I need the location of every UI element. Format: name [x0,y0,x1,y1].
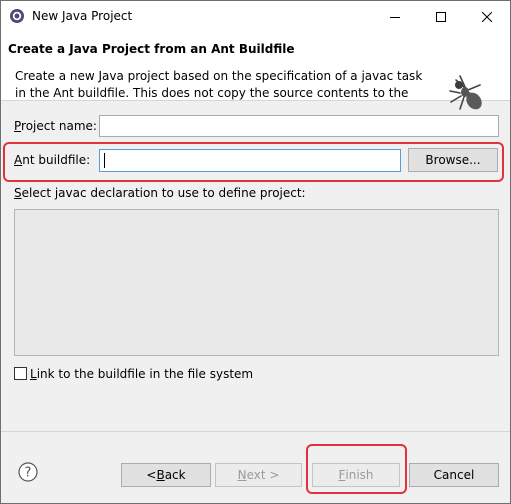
link-buildfile-label: Link to the buildfile in the file system [30,367,254,381]
page-description: Create a new Java project based on the s… [15,69,423,100]
cancel-button[interactable]: Cancel [409,463,499,487]
highlight-finish [306,444,407,494]
highlight-ant-buildfile [3,142,504,182]
dialog-window: New Java Project Create a Java Project f… [0,0,511,504]
footer-separator [1,431,510,432]
project-name-label: Project name: [14,119,97,133]
help-icon[interactable]: ? [18,462,38,482]
svg-text:?: ? [25,466,32,481]
back-button[interactable]: < Back [121,463,211,487]
close-button[interactable] [464,1,510,32]
next-button[interactable]: Next > [215,463,302,487]
ant-icon [449,75,482,110]
wizard-header: Create a Java Project from an Ant Buildf… [1,32,510,110]
maximize-button[interactable] [418,1,464,32]
minimize-icon [390,16,400,18]
link-buildfile-checkbox[interactable] [14,367,27,380]
project-name-field[interactable] [99,115,499,137]
javac-declaration-list[interactable] [14,209,499,356]
window-title: New Java Project [32,9,133,23]
minimize-button[interactable] [372,1,418,32]
title-bar: New Java Project [1,1,510,32]
javac-declaration-label: Select javac declaration to use to defin… [14,186,306,200]
app-icon [10,9,24,23]
page-title: Create a Java Project from an Ant Buildf… [8,42,295,56]
close-icon [482,11,492,22]
maximize-icon [436,11,446,22]
